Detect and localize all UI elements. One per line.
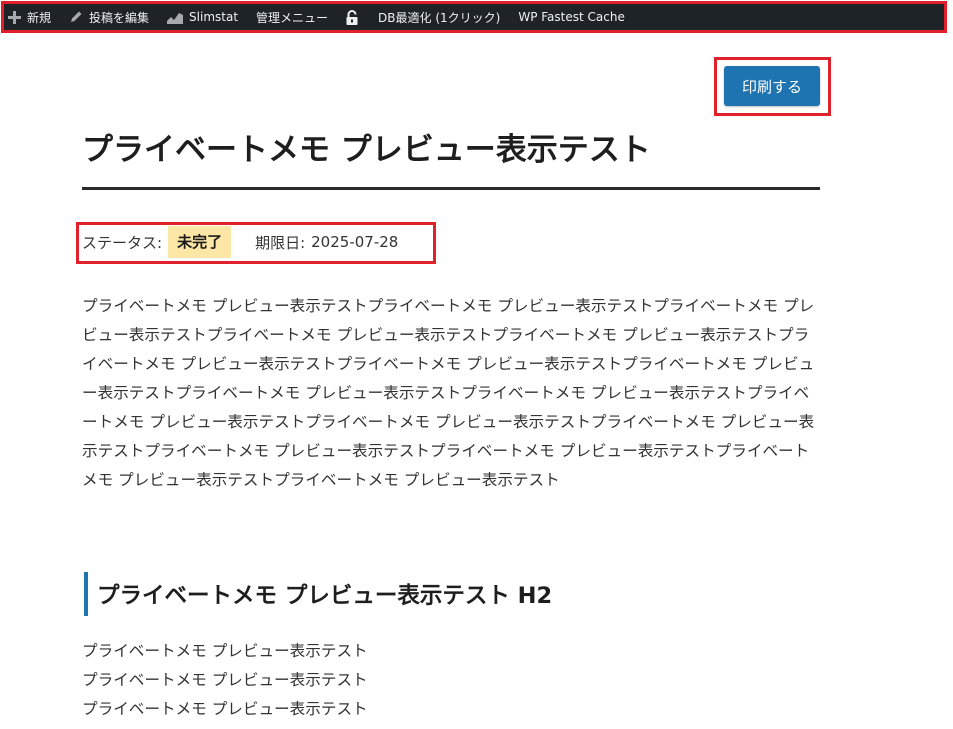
page-title: プライベートメモ プレビュー表示テスト [82, 132, 651, 168]
plus-icon [8, 10, 21, 24]
section-heading-block: プライベートメモ プレビュー表示テスト H2 [84, 572, 552, 616]
due-date-label: 期限日: [255, 233, 306, 252]
admin-bar-db-optimize-label: DB最適化 (1クリック) [378, 10, 501, 25]
admin-bar-edit-post[interactable]: 投稿を編集 [69, 4, 149, 30]
admin-bar-lock[interactable] [346, 4, 364, 30]
due-date-value: 2025-07-28 [311, 233, 399, 251]
admin-bar-new[interactable]: 新規 [8, 4, 51, 30]
admin-bar-wp-fastest-cache[interactable]: WP Fastest Cache [518, 4, 625, 30]
admin-bar-slimstat-label: Slimstat [189, 10, 239, 24]
lock-icon [346, 9, 358, 25]
admin-bar-admin-menu-label: 管理メニュー [256, 10, 329, 25]
admin-bar: 新規 投稿を編集 Slimstat 管理メニュー DB最適化 (1クリック) W… [1, 1, 947, 33]
status-row: ステータス: 未完了 期限日: 2025-07-28 [82, 226, 398, 258]
admin-bar-new-label: 新規 [27, 10, 52, 25]
list-item: プライベートメモ プレビュー表示テスト [82, 671, 368, 689]
admin-bar-db-optimize[interactable]: DB最適化 (1クリック) [378, 4, 500, 30]
status-badge: 未完了 [168, 226, 232, 258]
status-label: ステータス: [82, 233, 163, 252]
pencil-icon [71, 11, 82, 22]
print-button[interactable]: 印刷する [724, 66, 820, 106]
list-item: プライベートメモ プレビュー表示テスト [82, 700, 368, 718]
chart-icon [167, 12, 184, 24]
section-heading: プライベートメモ プレビュー表示テスト H2 [97, 583, 553, 609]
title-divider [82, 187, 820, 190]
section-lines: プライベートメモ プレビュー表示テスト プライベートメモ プレビュー表示テスト … [82, 637, 368, 724]
admin-bar-admin-menu[interactable]: 管理メニュー [256, 4, 328, 30]
body-paragraph: プライベートメモ プレビュー表示テストプライベートメモ プレビュー表示テストプラ… [82, 297, 815, 489]
admin-bar-wp-fastest-cache-label: WP Fastest Cache [518, 10, 625, 24]
admin-bar-edit-post-label: 投稿を編集 [89, 10, 150, 25]
list-item: プライベートメモ プレビュー表示テスト [82, 642, 368, 660]
admin-bar-slimstat[interactable]: Slimstat [167, 4, 238, 30]
